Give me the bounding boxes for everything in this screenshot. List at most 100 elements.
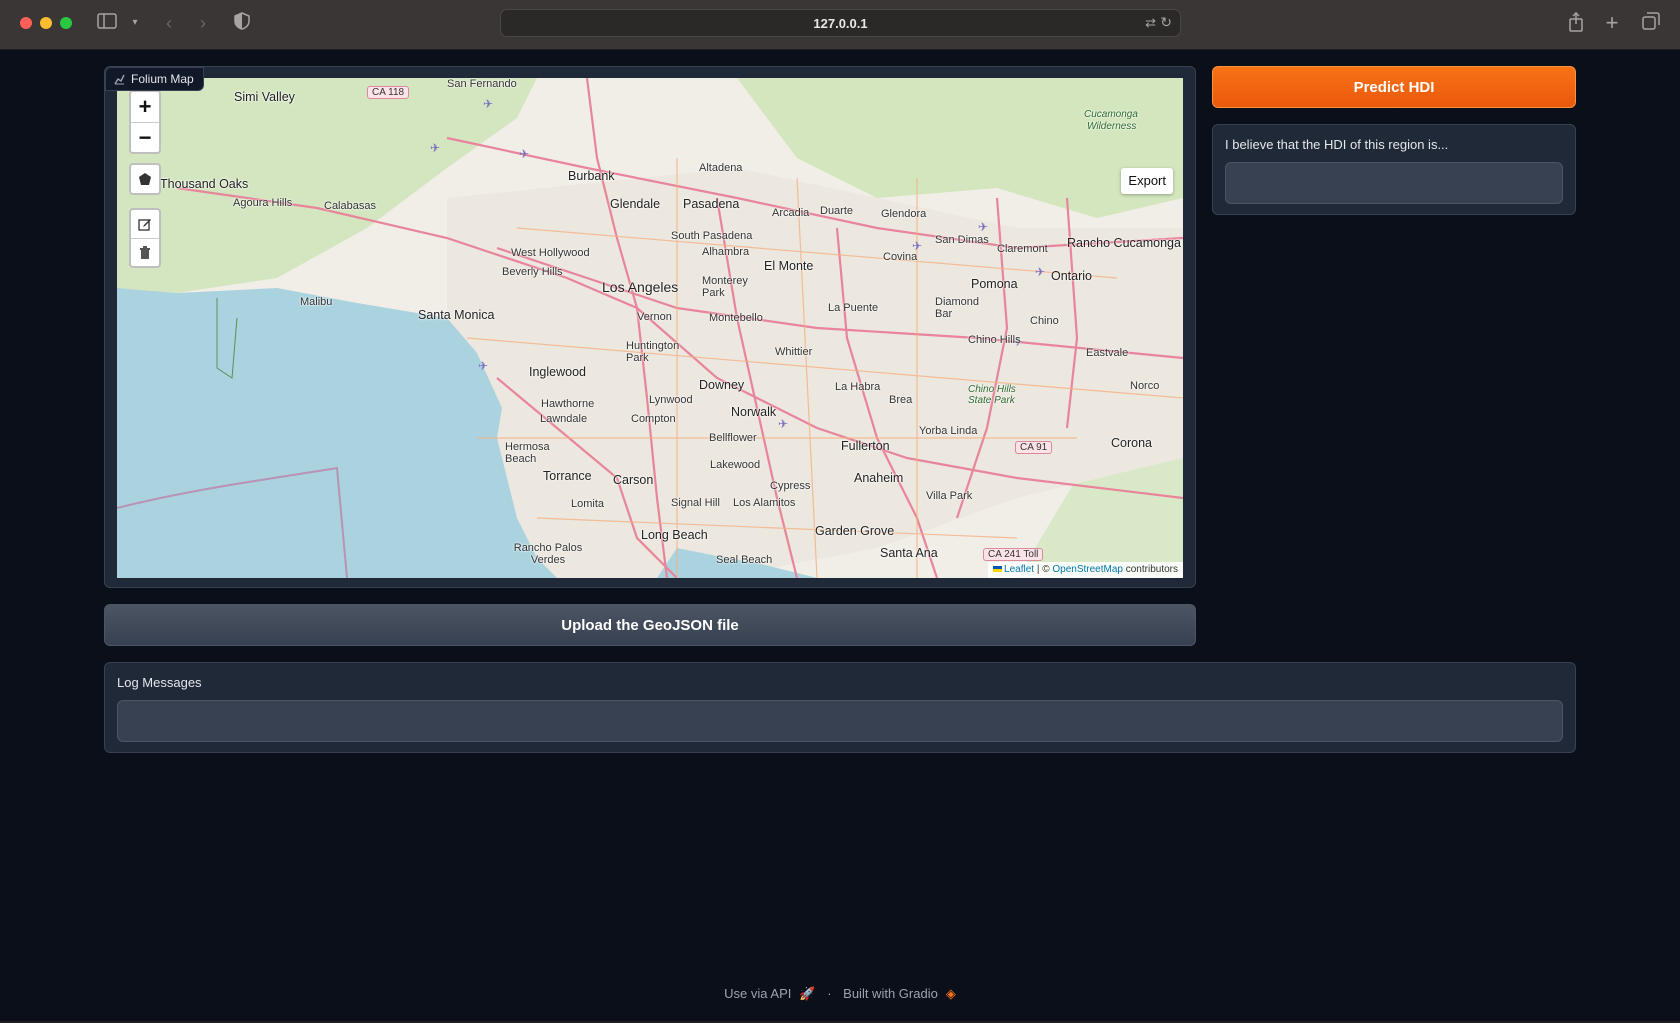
place-label: Hawthorne [541, 398, 595, 410]
edit-layers-button[interactable] [131, 210, 159, 238]
zoom-control: + − [129, 90, 161, 154]
place-label: Corona [1111, 436, 1152, 450]
place-label: Chino Hills State Park [968, 384, 1016, 406]
place-label: Arcadia [772, 207, 810, 219]
new-tab-icon[interactable]: + [1602, 12, 1622, 34]
export-button[interactable]: Export [1121, 168, 1173, 194]
place-label: Chino Hills [968, 334, 1021, 346]
place-label: Cucamonga [1084, 109, 1138, 120]
upload-geojson-button[interactable]: Upload the GeoJSON file [104, 604, 1196, 646]
place-label: Huntington Park [626, 340, 680, 364]
place-label: Agoura Hills [233, 197, 293, 209]
log-messages-block: Log Messages [104, 662, 1576, 753]
place-label: Simi Valley [234, 90, 295, 104]
osm-link[interactable]: OpenStreetMap [1052, 564, 1123, 575]
place-label: Norwalk [731, 405, 777, 419]
svg-text:✈: ✈ [483, 97, 493, 111]
place-label: West Hollywood [511, 247, 590, 259]
footer-separator: · [827, 986, 832, 1001]
reload-icon[interactable]: ↻ [1160, 14, 1172, 31]
place-label: San Fernando [447, 78, 517, 90]
place-label: Torrance [543, 469, 592, 483]
place-label: Ontario [1051, 269, 1092, 283]
place-label: El Monte [764, 259, 814, 273]
place-label: Burbank [568, 169, 615, 183]
place-label: Downey [699, 378, 745, 392]
place-label: Duarte [820, 205, 854, 217]
place-label: Long Beach [641, 528, 708, 542]
place-label: Monterey Park [702, 275, 748, 299]
place-label: La Habra [835, 381, 881, 393]
hdi-output-label: I believe that the HDI of this region is… [1225, 137, 1449, 152]
edit-control [129, 208, 161, 268]
zoom-out-button[interactable]: − [131, 122, 159, 152]
place-label: Glendale [610, 197, 661, 211]
place-label: Seal Beach [716, 554, 773, 566]
highway-shield: CA 241 Toll [983, 548, 1044, 561]
hdi-output-field[interactable] [1225, 162, 1563, 204]
maximize-window-button[interactable] [60, 17, 72, 29]
attribution-suffix: contributors [1122, 564, 1178, 575]
highway-shield: CA 118 [367, 86, 410, 99]
place-label: Yorba Linda [919, 425, 978, 437]
place-label: Alhambra [702, 246, 750, 258]
trash-icon [140, 245, 150, 259]
url-text: 127.0.0.1 [813, 16, 868, 31]
share-icon[interactable] [1566, 11, 1586, 34]
map-label: Folium Map [105, 67, 204, 91]
place-label: Bellflower [709, 432, 757, 444]
place-label: Santa Monica [418, 308, 495, 322]
place-label: Malibu [300, 296, 333, 308]
place-label: Vernon [637, 311, 672, 323]
place-label: Lawndale [540, 413, 588, 425]
place-label: San Dimas [935, 234, 989, 246]
draw-polygon-button[interactable] [129, 163, 161, 195]
edit-icon [138, 219, 151, 231]
map-canvas[interactable]: ✈ ✈ ✈ ✈ ✈ ✈ ✈ ✈ ✈ Simi Valley San Fernan… [117, 78, 1183, 578]
back-arrow-icon[interactable]: ‹ [160, 12, 178, 34]
built-with-gradio-link[interactable]: Built with Gradio [843, 986, 938, 1001]
tab-overview-icon[interactable] [1640, 12, 1662, 34]
log-messages-field[interactable] [117, 700, 1563, 742]
minimize-window-button[interactable] [40, 17, 52, 29]
place-label: Garden Grove [815, 524, 895, 538]
place-label: Covina [883, 251, 918, 263]
place-label: Pasadena [683, 197, 740, 211]
place-label: Brea [889, 394, 913, 406]
sidebar-toggle-icon[interactable] [96, 12, 118, 34]
place-label: Thousand Oaks [160, 177, 249, 191]
place-label: Los Angeles [602, 279, 679, 295]
place-label: Anaheim [854, 471, 904, 485]
place-label: Glendora [881, 208, 927, 220]
svg-text:✈: ✈ [778, 417, 788, 431]
place-label: Calabasas [324, 200, 376, 212]
place-label: Lomita [571, 498, 605, 510]
translate-icon[interactable]: ⇄ [1145, 15, 1156, 31]
map-attribution: Leaflet | © OpenStreetMap contributors [988, 562, 1183, 578]
address-bar[interactable]: 127.0.0.1 ⇄ ↻ [500, 9, 1181, 37]
place-label: South Pasadena [671, 230, 753, 242]
leaflet-flag-icon [993, 566, 1003, 572]
close-window-button[interactable] [20, 17, 32, 29]
place-label: Altadena [699, 162, 743, 174]
place-label: Pomona [971, 277, 1018, 291]
leaflet-link[interactable]: Leaflet [1004, 564, 1034, 575]
highway-shield: CA 91 [1015, 441, 1053, 454]
gradio-logo-icon: ◈ [945, 986, 956, 1001]
place-label: Rancho Palos Verdes [513, 542, 583, 566]
place-label: Beverly Hills [502, 266, 563, 278]
chevron-down-icon[interactable]: ▾ [128, 12, 142, 34]
zoom-in-button[interactable]: + [131, 92, 159, 122]
delete-layers-button[interactable] [131, 238, 159, 266]
shield-icon[interactable] [232, 12, 252, 34]
log-messages-label: Log Messages [117, 675, 202, 690]
place-label: Norco [1130, 380, 1160, 392]
predict-hdi-button[interactable]: Predict HDI [1212, 66, 1576, 108]
place-label: Lakewood [710, 459, 761, 471]
svg-text:✈: ✈ [430, 141, 440, 155]
forward-arrow-icon[interactable]: › [194, 12, 212, 34]
place-label: Eastvale [1086, 347, 1129, 359]
chart-icon [114, 74, 125, 84]
use-via-api-link[interactable]: Use via API [724, 986, 791, 1001]
svg-text:✈: ✈ [978, 220, 988, 234]
